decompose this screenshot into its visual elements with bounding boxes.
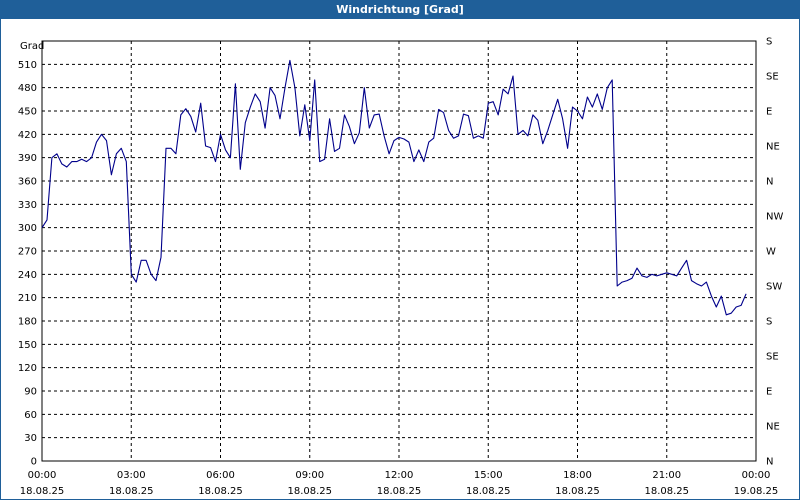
y-tick-label: 0 <box>31 457 37 468</box>
y-tick-label: 300 <box>18 223 37 234</box>
y-tick-label: 450 <box>18 107 37 118</box>
x-tick-time: 21:00 <box>652 470 681 481</box>
y2-tick-label: SW <box>766 282 782 293</box>
x-tick-time: 03:00 <box>117 470 146 481</box>
y-tick-label: 480 <box>18 83 37 94</box>
y-tick-label: 90 <box>24 387 37 398</box>
y2-tick-label: S <box>766 317 772 328</box>
wind-direction-line <box>41 59 747 316</box>
x-tick-date: 18.08.25 <box>198 486 243 497</box>
y2-tick-label: S <box>766 37 772 48</box>
y2-tick-label: SE <box>766 72 779 83</box>
y-tick-label: 60 <box>24 410 37 421</box>
y-tick-label: 150 <box>18 340 37 351</box>
x-tick-date: 19.08.25 <box>734 486 779 497</box>
y-tick-label: 180 <box>18 317 37 328</box>
chart-window: Windrichtung [Grad] Grad 0 30 60 90 120 150 18… <box>0 0 800 500</box>
y-tick-label: 390 <box>18 153 37 164</box>
y-tick-label: 360 <box>18 177 37 188</box>
x-tick-time: 15:00 <box>474 470 503 481</box>
y-tick-label: 420 <box>18 130 37 141</box>
y2-tick-label: NW <box>766 212 783 223</box>
x-tick-date: 18.08.25 <box>20 486 65 497</box>
x-tick-date: 18.08.25 <box>555 486 600 497</box>
y-tick-label: 270 <box>18 247 37 258</box>
x-tick-time: 12:00 <box>385 470 414 481</box>
x-tick-time: 06:00 <box>206 470 235 481</box>
y2-tick-label: N <box>766 177 773 188</box>
y2-tick-label: NE <box>766 142 780 153</box>
series-layer <box>41 59 747 316</box>
y-tick-label: 120 <box>18 363 37 374</box>
grid-layer <box>42 41 756 461</box>
y2-tick-label: E <box>766 387 772 398</box>
y-axis-title: Grad <box>20 41 44 52</box>
x-tick-date: 18.08.25 <box>644 486 689 497</box>
x-tick-date: 18.08.25 <box>109 486 154 497</box>
x-tick-time: 18:00 <box>563 470 592 481</box>
y2-tick-label: W <box>766 247 776 258</box>
y-tick-label: 30 <box>24 433 37 444</box>
y-tick-label: 330 <box>18 200 37 211</box>
x-axis: 00:00 18.08.25 03:00 18.08.25 06:00 18.08.25 0… <box>20 470 779 497</box>
y2-tick-label: E <box>766 107 772 118</box>
x-tick-date: 18.08.25 <box>466 486 511 497</box>
y-axis-left: 0 30 60 90 120 150 180 210 240 270 300 330 360 390 420… <box>18 60 37 468</box>
y-tick-label: 240 <box>18 270 37 281</box>
y-tick-label: 510 <box>18 60 37 71</box>
x-tick-time: 00:00 <box>28 470 57 481</box>
y2-tick-label: NE <box>766 422 780 433</box>
y-tick-label: 210 <box>18 293 37 304</box>
x-tick-date: 18.08.25 <box>287 486 332 497</box>
wind-direction-chart: Grad 0 30 60 90 120 150 180 210 240 270 300 330 360 3… <box>18 37 784 498</box>
y2-tick-label: SE <box>766 352 779 363</box>
y2-tick-label: N <box>766 457 773 468</box>
x-tick-date: 18.08.25 <box>377 486 422 497</box>
x-tick-time: 09:00 <box>295 470 324 481</box>
y-axis-right: N NE E SE S SW W NW N NE E SE S <box>766 37 783 468</box>
x-tick-time: 00:00 <box>742 470 771 481</box>
